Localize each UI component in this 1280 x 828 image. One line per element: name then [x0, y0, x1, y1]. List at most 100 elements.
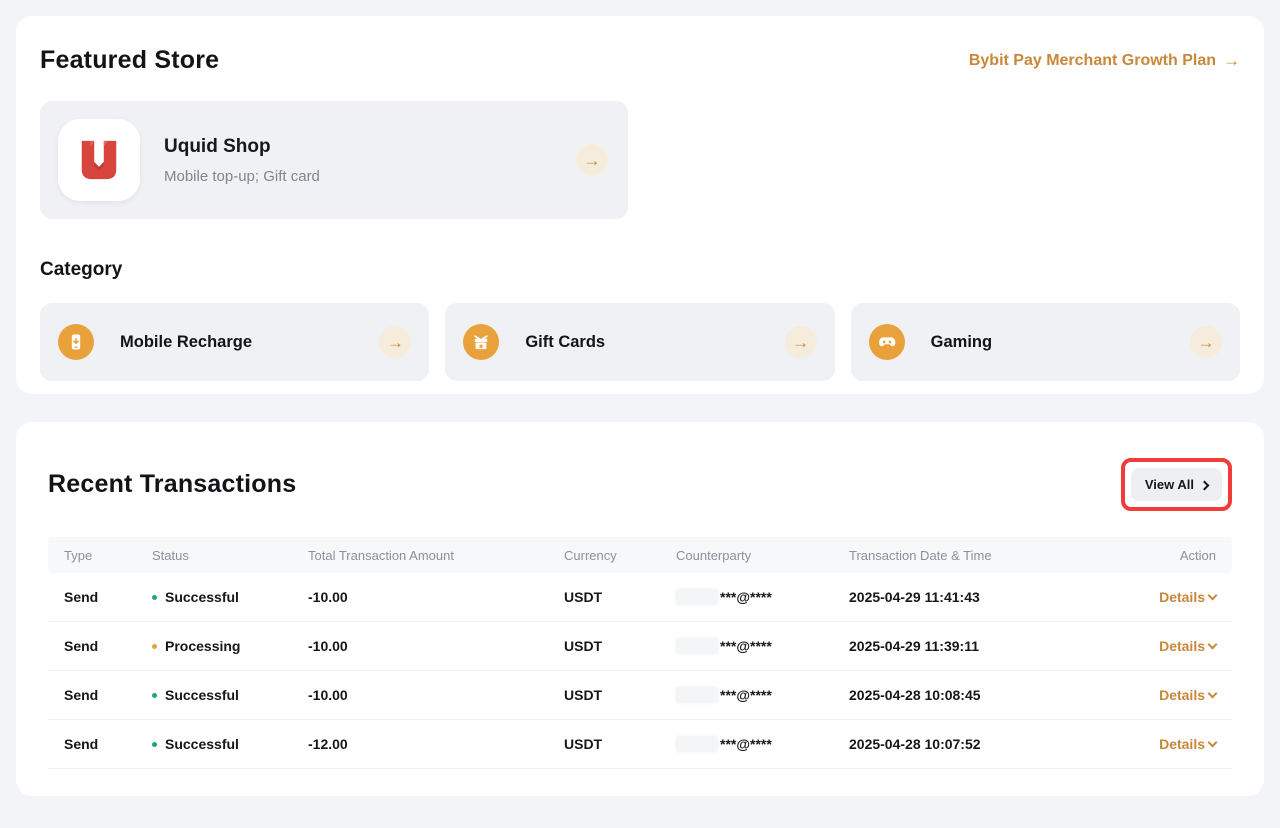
cell-amount: -10.00: [308, 638, 564, 654]
details-link[interactable]: Details: [1096, 687, 1216, 703]
category-card-mobile-recharge[interactable]: Mobile Recharge →: [40, 303, 429, 381]
chevron-down-icon: [1208, 640, 1218, 650]
cell-status: Successful: [152, 589, 308, 605]
table-row: Send Successful -12.00 USDT ***@**** 202…: [48, 720, 1232, 769]
cell-status: Successful: [152, 687, 308, 703]
cell-type: Send: [64, 638, 152, 654]
cell-amount: -10.00: [308, 589, 564, 605]
counterparty-masked: ***@****: [720, 736, 772, 752]
details-link[interactable]: Details: [1096, 736, 1216, 752]
status-dot: [152, 595, 157, 600]
cell-type: Send: [64, 736, 152, 752]
column-header-action: Action: [1096, 548, 1216, 563]
cell-counterparty: ***@****: [676, 589, 849, 605]
status-label: Successful: [165, 687, 239, 703]
cell-type: Send: [64, 589, 152, 605]
store-name: Uquid Shop: [164, 136, 320, 158]
chevron-down-icon: [1208, 689, 1218, 699]
details-label: Details: [1159, 687, 1205, 703]
redacted-blur: [676, 638, 718, 654]
arrow-right-icon: →: [387, 334, 404, 351]
featured-store-card: Featured Store Bybit Pay Merchant Growth…: [16, 16, 1264, 394]
cell-action: Details: [1096, 687, 1216, 703]
column-header-currency: Currency: [564, 548, 676, 563]
column-header-type: Type: [64, 548, 152, 563]
counterparty-masked: ***@****: [720, 687, 772, 703]
category-arrow-button[interactable]: →: [1190, 326, 1222, 358]
table-row: Send Processing -10.00 USDT ***@**** 202…: [48, 622, 1232, 671]
arrow-right-icon: →: [584, 152, 601, 169]
store-arrow-button[interactable]: →: [576, 144, 608, 176]
cell-action: Details: [1096, 589, 1216, 605]
cell-currency: USDT: [564, 589, 676, 605]
cell-counterparty: ***@****: [676, 687, 849, 703]
transactions-table: Type Status Total Transaction Amount Cur…: [48, 537, 1232, 769]
store-card-uquid[interactable]: Uquid Shop Mobile top-up; Gift card →: [40, 101, 628, 219]
details-link[interactable]: Details: [1096, 638, 1216, 654]
chevron-down-icon: [1208, 591, 1218, 601]
arrow-right-icon: →: [792, 334, 809, 351]
category-card-gift-cards[interactable]: Gift Cards →: [445, 303, 834, 381]
category-arrow-button[interactable]: →: [785, 326, 817, 358]
transactions-header: Recent Transactions View All: [48, 458, 1232, 511]
category-label: Gaming: [931, 333, 992, 352]
table-header-row: Type Status Total Transaction Amount Cur…: [48, 537, 1232, 573]
status-dot: [152, 644, 157, 649]
merchant-growth-plan-link[interactable]: Bybit Pay Merchant Growth Plan →: [969, 52, 1240, 70]
featured-store-title: Featured Store: [40, 46, 219, 75]
cell-currency: USDT: [564, 736, 676, 752]
cell-amount: -10.00: [308, 687, 564, 703]
gaming-icon: [869, 324, 905, 360]
mobile-recharge-icon: [58, 324, 94, 360]
status-dot: [152, 742, 157, 747]
arrow-right-icon: →: [1197, 334, 1214, 351]
cell-datetime: 2025-04-28 10:08:45: [849, 687, 1096, 703]
annotation-highlight-box: View All: [1121, 458, 1232, 511]
details-label: Details: [1159, 589, 1205, 605]
details-label: Details: [1159, 736, 1205, 752]
column-header-status: Status: [152, 548, 308, 563]
gift-cards-icon: [463, 324, 499, 360]
category-title: Category: [40, 259, 1240, 281]
table-row: Send Successful -10.00 USDT ***@**** 202…: [48, 671, 1232, 720]
category-label: Mobile Recharge: [120, 333, 252, 352]
cell-datetime: 2025-04-29 11:41:43: [849, 589, 1096, 605]
uquid-u-icon: [76, 137, 122, 183]
cell-action: Details: [1096, 638, 1216, 654]
merchant-growth-plan-label: Bybit Pay Merchant Growth Plan: [969, 52, 1216, 70]
counterparty-masked: ***@****: [720, 589, 772, 605]
redacted-blur: [676, 589, 718, 605]
table-row: Send Successful -10.00 USDT ***@**** 202…: [48, 573, 1232, 622]
cell-amount: -12.00: [308, 736, 564, 752]
redacted-blur: [676, 736, 718, 752]
store-texts: Uquid Shop Mobile top-up; Gift card: [164, 136, 320, 185]
cell-status: Successful: [152, 736, 308, 752]
details-label: Details: [1159, 638, 1205, 654]
cell-status: Processing: [152, 638, 308, 654]
category-row: Mobile Recharge → Gift Cards →: [40, 303, 1240, 381]
status-label: Processing: [165, 638, 240, 654]
cell-action: Details: [1096, 736, 1216, 752]
cell-currency: USDT: [564, 638, 676, 654]
cell-datetime: 2025-04-28 10:07:52: [849, 736, 1096, 752]
store-description: Mobile top-up; Gift card: [164, 168, 320, 185]
column-header-datetime: Transaction Date & Time: [849, 548, 1096, 563]
cell-datetime: 2025-04-29 11:39:11: [849, 638, 1096, 654]
details-link[interactable]: Details: [1096, 589, 1216, 605]
view-all-label: View All: [1145, 477, 1194, 492]
chevron-right-icon: [1200, 480, 1210, 490]
chevron-down-icon: [1208, 738, 1218, 748]
transactions-title: Recent Transactions: [48, 470, 296, 499]
uquid-logo: [58, 119, 140, 201]
status-dot: [152, 693, 157, 698]
redacted-blur: [676, 687, 718, 703]
column-header-counterparty: Counterparty: [676, 548, 849, 563]
recent-transactions-card: Recent Transactions View All Type Status…: [16, 422, 1264, 796]
status-label: Successful: [165, 736, 239, 752]
cell-type: Send: [64, 687, 152, 703]
status-label: Successful: [165, 589, 239, 605]
view-all-button[interactable]: View All: [1131, 468, 1222, 501]
category-arrow-button[interactable]: →: [379, 326, 411, 358]
category-card-gaming[interactable]: Gaming →: [851, 303, 1240, 381]
column-header-amount: Total Transaction Amount: [308, 548, 564, 563]
